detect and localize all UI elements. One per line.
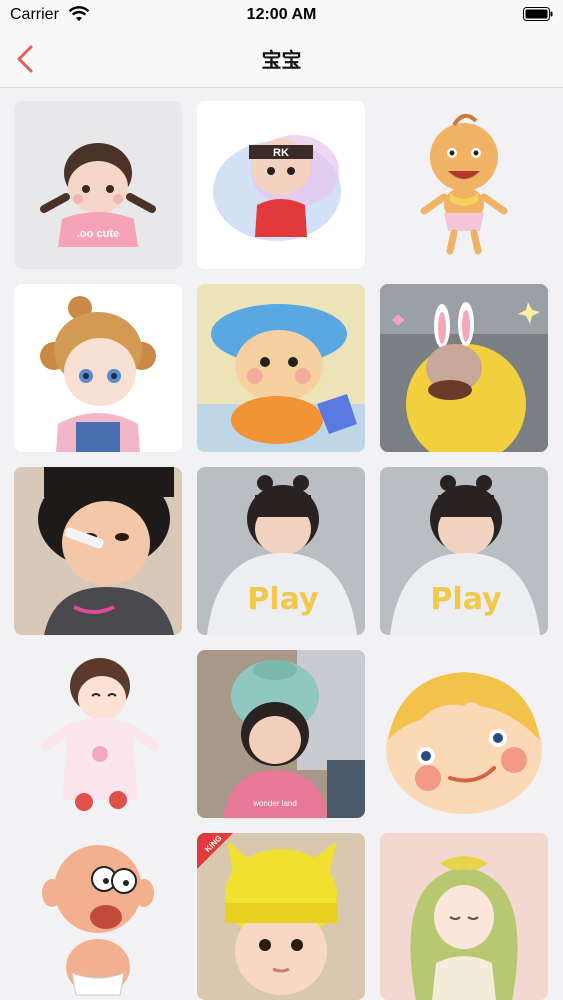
grid-image-6[interactable] <box>380 284 548 452</box>
page-title: 宝宝 <box>261 50 302 72</box>
grid-image-8[interactable]: Play <box>197 467 365 635</box>
grid-image-14[interactable]: KING <box>197 833 365 1000</box>
svg-text:wonder land: wonder land <box>252 799 297 808</box>
status-bar: Carrier 12:00 AM <box>0 0 563 30</box>
grid-image-7[interactable] <box>14 467 182 635</box>
svg-text:.oo cute: .oo cute <box>77 228 119 240</box>
grid-image-2[interactable]: RK <box>197 101 365 269</box>
battery-icon <box>523 7 553 21</box>
grid-image-3[interactable] <box>380 101 548 269</box>
grid-image-12[interactable] <box>380 650 548 818</box>
svg-text:RK: RK <box>273 147 289 159</box>
grid-image-13[interactable] <box>14 833 182 1000</box>
grid-image-1[interactable]: .oo cute <box>14 101 182 269</box>
svg-text:Play: Play <box>430 582 502 617</box>
grid-image-15[interactable] <box>380 833 548 1000</box>
grid-image-11[interactable]: wonder land <box>197 650 365 818</box>
grid-image-5[interactable] <box>197 284 365 452</box>
grid-image-4[interactable] <box>14 284 182 452</box>
grid-image-9[interactable]: Play <box>380 467 548 635</box>
svg-text:Play: Play <box>247 582 319 617</box>
clock-time: 12:00 AM <box>246 6 317 23</box>
navigation-bar: 宝宝 <box>0 30 563 88</box>
grid-image-10[interactable] <box>14 650 182 818</box>
